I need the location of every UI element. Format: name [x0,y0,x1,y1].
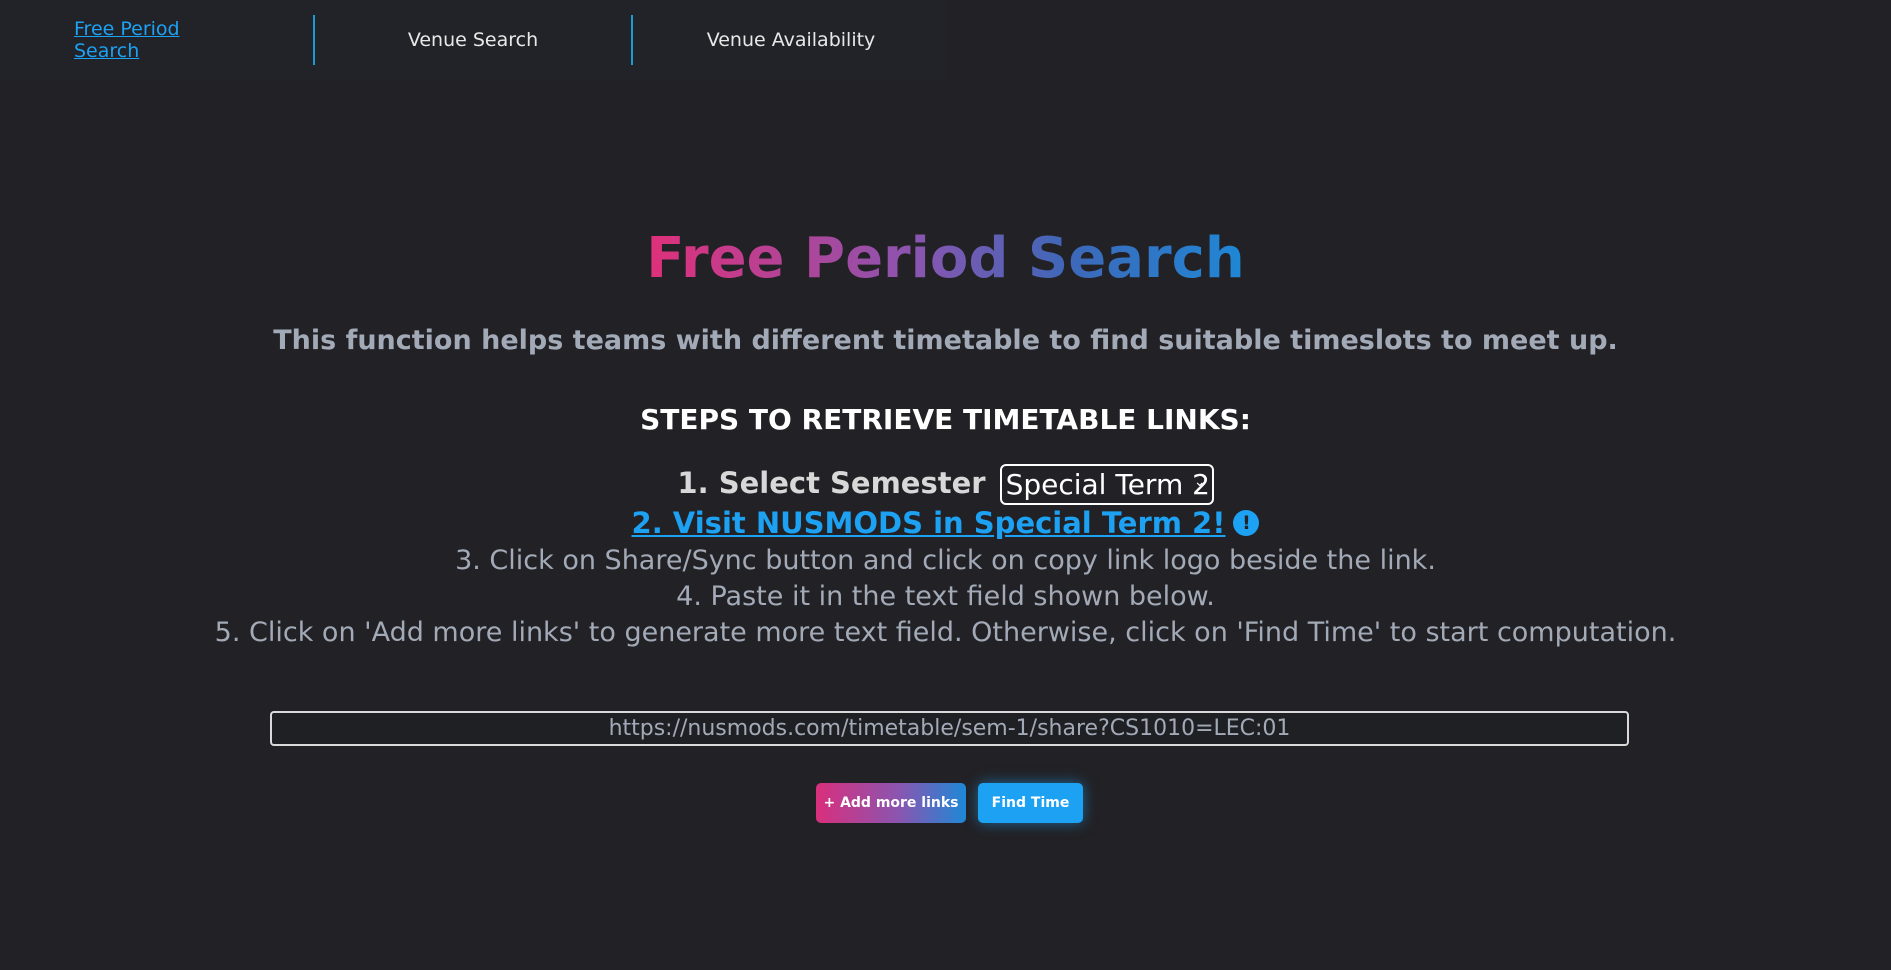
chevron-down-icon: ⌄ [1193,474,1206,490]
timetable-link-input[interactable] [270,711,1629,746]
steps-heading: STEPS TO RETRIEVE TIMETABLE LINKS: [640,403,1251,436]
add-more-links-button[interactable]: + Add more links [816,783,966,823]
step5-text: 5. Click on 'Add more links' to generate… [214,617,1677,648]
nusmods-link[interactable]: 2. Visit NUSMODS in Special Term 2! [632,506,1226,540]
nav-venue-search[interactable]: Venue Search [315,0,631,80]
page-subtitle: This function helps teams with different… [273,325,1618,356]
nav-venue-availability[interactable]: Venue Availability [633,0,949,80]
step-visit-nusmods: 2. Visit NUSMODS in Special Term 2! ! [0,506,1891,540]
nav-free-period-search[interactable]: Free Period Search [74,0,238,80]
page-title: Free Period Search [0,218,1891,300]
step-select-semester: 1. Select Semester Special Term 2 ⌄ [0,460,1891,505]
semester-selected-value: Special Term 2 [1005,468,1210,501]
exclamation-circle-icon[interactable]: ! [1233,510,1260,536]
semester-select[interactable]: Special Term 2 ⌄ [999,464,1214,505]
step4-text: 4. Paste it in the text field shown belo… [676,581,1215,612]
find-time-button[interactable]: Find Time [978,783,1083,823]
page-title-text: Free Period Search [646,226,1245,291]
step3-text: 3. Click on Share/Sync button and click … [455,545,1436,576]
step1-label: 1. Select Semester [677,465,986,500]
top-nav: Free Period Search Venue Search Venue Av… [0,0,948,80]
